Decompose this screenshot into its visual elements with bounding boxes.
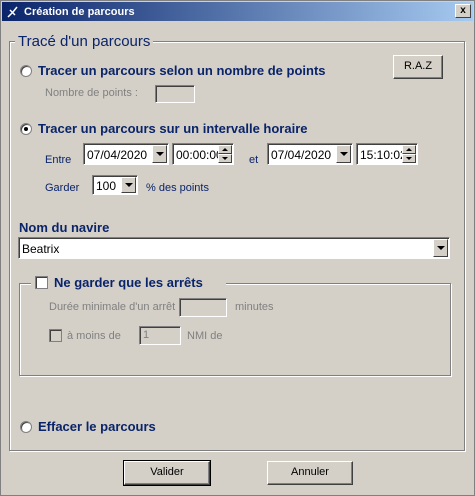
- spin-up-icon[interactable]: [218, 145, 232, 154]
- minutes-label: minutes: [235, 301, 274, 313]
- chevron-down-icon: [124, 183, 133, 187]
- start-date-input[interactable]: 07/04/2020: [83, 143, 169, 165]
- end-date-input[interactable]: 07/04/2020: [267, 143, 353, 165]
- close-icon: x: [460, 5, 466, 16]
- percent-label: % des points: [146, 182, 209, 194]
- nmi-label: NMI de: [187, 330, 223, 342]
- min-duration-label: Durée minimale d'un arrêt :: [49, 301, 182, 313]
- keep-label: Garder: [45, 182, 80, 194]
- stops-checkbox[interactable]: [35, 276, 48, 289]
- radio-clear-label[interactable]: Effacer le parcours: [38, 419, 156, 434]
- chevron-down-icon: [155, 152, 164, 156]
- stops-label[interactable]: Ne garder que les arrêts: [54, 275, 203, 290]
- within-input[interactable]: 1: [139, 326, 181, 345]
- keep-percent-dropdown[interactable]: [121, 177, 136, 193]
- radio-clear[interactable]: [20, 421, 32, 433]
- radio-points-label[interactable]: Tracer un parcours selon un nombre de po…: [38, 63, 326, 78]
- within-label: à moins de: [67, 330, 121, 342]
- end-time-spinner[interactable]: [402, 145, 416, 163]
- raz-label: R.A.Z: [403, 60, 433, 72]
- end-date-dropdown[interactable]: [336, 145, 351, 163]
- vessel-select[interactable]: Beatrix: [18, 237, 450, 259]
- end-time-input[interactable]: 15:10:02: [356, 143, 418, 165]
- start-date-dropdown[interactable]: [152, 145, 167, 163]
- min-duration-input[interactable]: [179, 298, 227, 317]
- start-time-spinner[interactable]: [218, 145, 232, 163]
- title-bar: Création de parcours x: [2, 2, 473, 21]
- between-label: Entre: [45, 154, 72, 166]
- cancel-label: Annuler: [291, 466, 329, 478]
- points-input[interactable]: [155, 85, 195, 103]
- raz-button[interactable]: R.A.Z: [393, 55, 443, 79]
- spin-up-icon[interactable]: [402, 145, 416, 154]
- radio-interval-label[interactable]: Tracer un parcours sur un intervalle hor…: [38, 121, 307, 136]
- validate-label: Valider: [150, 466, 184, 478]
- start-time-input[interactable]: 00:00:00: [172, 143, 234, 165]
- vessel-dropdown[interactable]: [433, 239, 448, 257]
- radio-interval[interactable]: [20, 123, 32, 135]
- radio-points[interactable]: [20, 65, 32, 77]
- trace-group-title: Tracé d'un parcours: [15, 33, 154, 50]
- window-title: Création de parcours: [24, 5, 135, 18]
- app-icon: [6, 5, 20, 19]
- validate-button[interactable]: Valider: [123, 460, 211, 486]
- close-button[interactable]: x: [455, 4, 471, 18]
- cancel-button[interactable]: Annuler: [267, 461, 353, 485]
- and-label: et: [249, 154, 259, 166]
- spin-down-icon[interactable]: [402, 154, 416, 163]
- points-label: Nombre de points :: [45, 87, 138, 99]
- keep-percent-select[interactable]: 100: [92, 175, 138, 195]
- spin-down-icon[interactable]: [218, 154, 232, 163]
- chevron-down-icon: [436, 246, 445, 250]
- within-checkbox[interactable]: [49, 329, 62, 342]
- chevron-down-icon: [339, 152, 348, 156]
- vessel-label: Nom du navire: [19, 220, 110, 235]
- dialog-window: Création de parcours x Tracé d'un parcou…: [0, 0, 475, 496]
